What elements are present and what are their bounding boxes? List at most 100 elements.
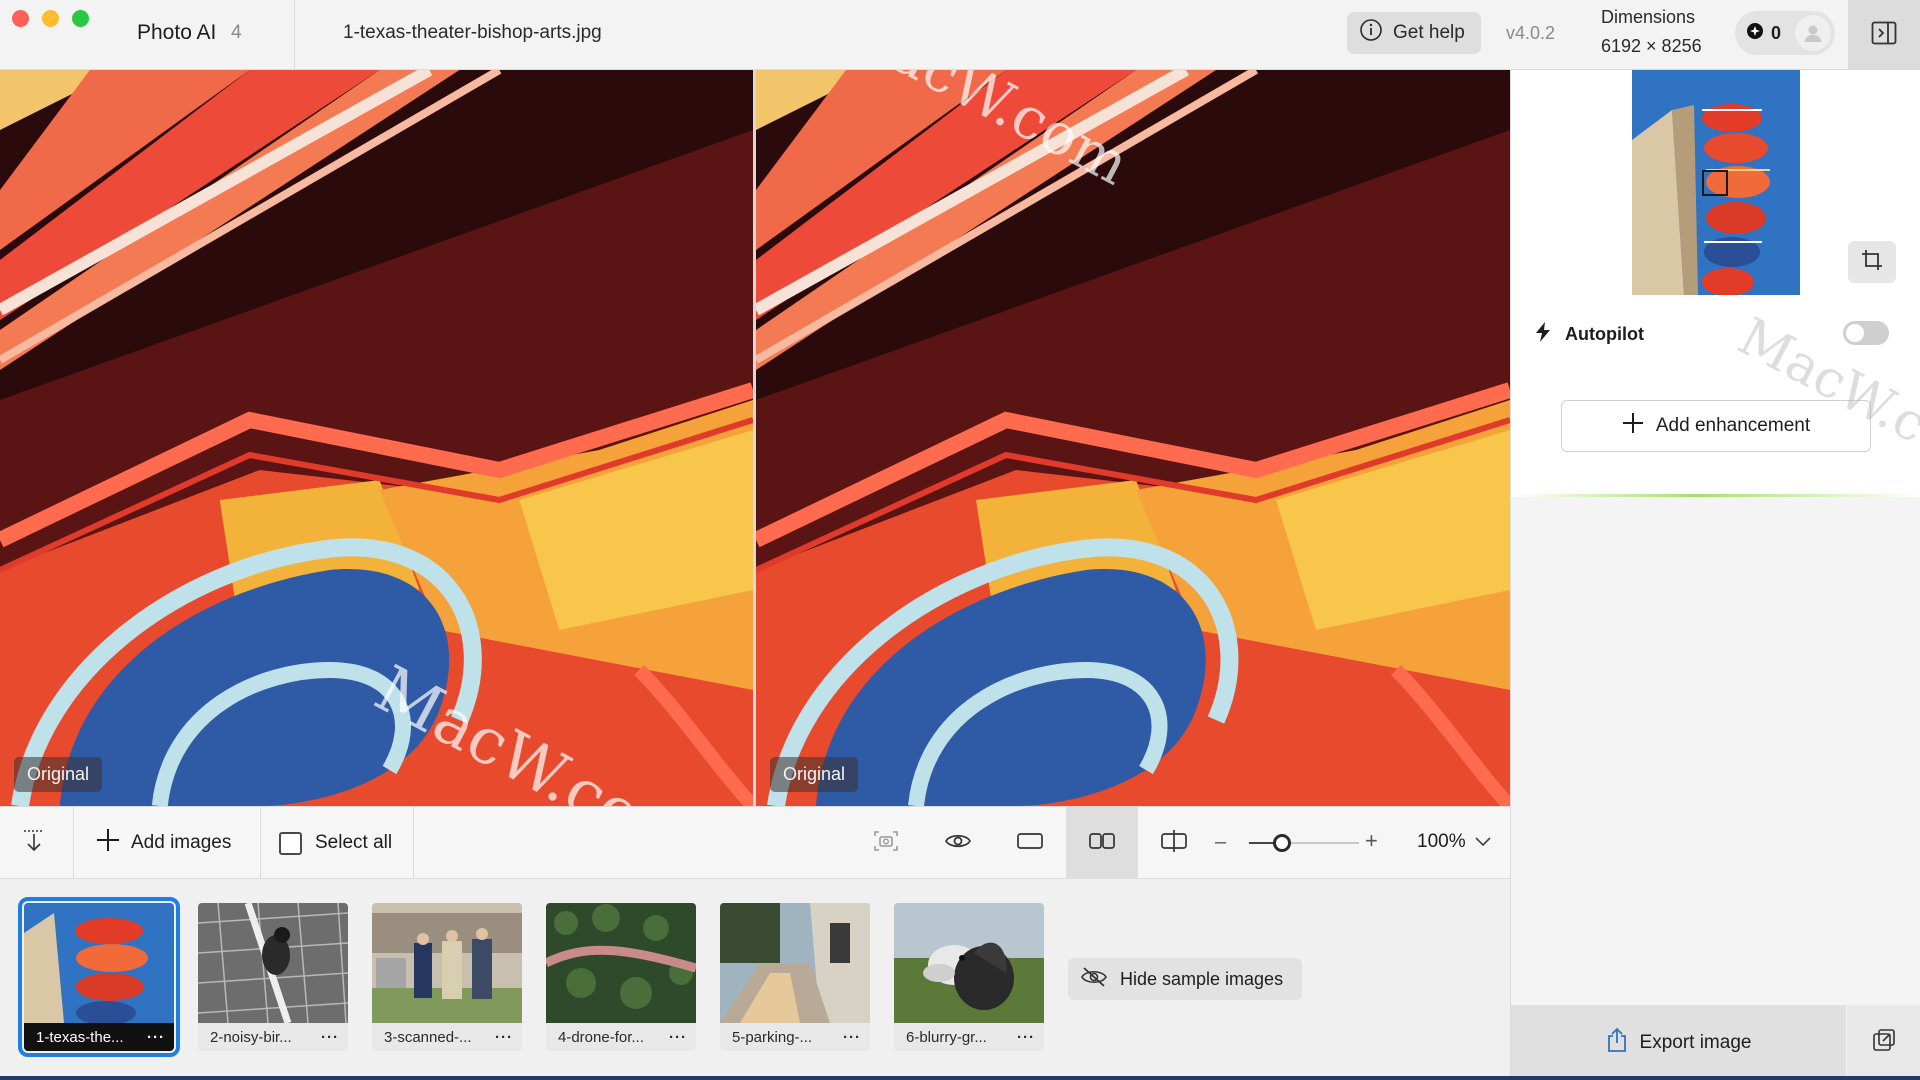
zoom-slider[interactable]	[1249, 834, 1359, 852]
thumbnail-caption: 2-noisy-bir... ···	[198, 1023, 348, 1051]
filmstrip: 1-texas-the... ··· 2-noisy-bir... ··· 3-…	[0, 879, 1510, 1080]
thumbnail-image	[24, 903, 174, 1023]
thumbnail-item[interactable]: 1-texas-the... ···	[18, 897, 180, 1057]
toggle-knob	[1846, 324, 1864, 342]
credits-account-button[interactable]: 0	[1735, 11, 1835, 55]
thumbnail-caption: 3-scanned-... ···	[372, 1023, 522, 1051]
window-bottom-edge	[0, 1076, 1920, 1080]
zoom-level[interactable]: 100%	[1417, 831, 1466, 853]
select-all-control[interactable]: Select all	[279, 807, 392, 879]
snapshot-button[interactable]	[850, 807, 922, 879]
eye-slash-icon	[1080, 966, 1108, 993]
minimize-window-button[interactable]	[42, 10, 59, 27]
import-button[interactable]	[22, 807, 46, 879]
autopilot-row: Autopilot	[1535, 322, 1644, 347]
thumbnail-image	[372, 903, 522, 1023]
toggle-sidebar-button[interactable]	[1848, 0, 1920, 70]
share-icon	[1606, 1027, 1628, 1059]
thumbnail-item[interactable]: 5-parking-... ···	[720, 903, 870, 1051]
export-image-label: Export image	[1639, 1031, 1752, 1053]
processing-progress-rule	[1511, 494, 1920, 497]
more-options-icon[interactable]: ···	[495, 1029, 513, 1046]
thumbnail-label: 2-noisy-bir...	[210, 1028, 292, 1046]
zoom-in-button[interactable]: +	[1365, 828, 1378, 854]
thumbnail-item[interactable]: 6-blurry-gr... ···	[894, 903, 1044, 1051]
autopilot-label: Autopilot	[1565, 324, 1644, 344]
thumbnail-item[interactable]: 3-scanned-... ···	[372, 903, 522, 1051]
viewport-indicator[interactable]	[1702, 170, 1728, 196]
single-view-button[interactable]	[994, 807, 1066, 879]
credits-count: 0	[1771, 22, 1782, 43]
processed-image-viewer[interactable]: MacW.com Original	[756, 70, 1510, 806]
panel-top: Autopilot Add enhancement MacW.com	[1511, 70, 1920, 497]
more-options-icon[interactable]: ···	[147, 1029, 165, 1046]
dimensions-value: 6192 × 8256	[1601, 36, 1702, 56]
more-options-icon[interactable]: ···	[321, 1029, 339, 1046]
toolbar-separator	[260, 807, 261, 879]
zoom-slider-knob[interactable]	[1273, 834, 1291, 852]
original-tag-left: Original	[14, 757, 103, 792]
app-name: Photo AI	[137, 21, 217, 44]
current-filename: 1-texas-theater-bishop-arts.jpg	[343, 22, 602, 43]
thumbnail-label: 4-drone-for...	[558, 1028, 644, 1046]
thumbnail-caption: 4-drone-for... ···	[546, 1023, 696, 1051]
select-all-checkbox[interactable]	[279, 831, 302, 855]
original-image-viewer[interactable]: MacW.com Original	[0, 70, 753, 806]
add-images-label: Add images	[131, 832, 232, 853]
thumbnail-caption: 5-parking-... ···	[720, 1023, 870, 1051]
single-view-icon	[1016, 831, 1044, 856]
titlebar-divider	[294, 0, 295, 70]
thumbnail-label: 6-blurry-gr...	[906, 1028, 987, 1046]
side-by-side-view-button[interactable]	[1066, 807, 1138, 879]
enhancement-panel: Autopilot Add enhancement MacW.com Expor…	[1510, 70, 1920, 1080]
hide-sample-images-label: Hide sample images	[1120, 968, 1284, 989]
thumbnail-caption: 6-blurry-gr... ···	[894, 1023, 1044, 1051]
close-window-button[interactable]	[12, 10, 29, 27]
export-image-button[interactable]: Export image	[1511, 1005, 1846, 1080]
plus-icon	[96, 828, 120, 858]
more-options-icon[interactable]: ···	[669, 1029, 687, 1046]
zoom-window-button[interactable]	[72, 10, 89, 27]
select-all-label: Select all	[315, 832, 393, 853]
zoom-out-button[interactable]: –	[1215, 831, 1226, 854]
add-enhancement-button[interactable]: Add enhancement	[1561, 400, 1871, 452]
crop-button[interactable]	[1848, 241, 1896, 283]
add-images-button[interactable]: Add images	[96, 807, 231, 879]
original-tag-right: Original	[770, 757, 859, 792]
thumbnail-caption: 1-texas-the... ···	[24, 1023, 174, 1051]
thumbnail-image	[546, 903, 696, 1023]
hide-sample-images-button[interactable]: Hide sample images	[1068, 958, 1302, 1000]
neon-sign-image-processed	[756, 70, 1510, 806]
sidebar-toggle-icon	[1871, 21, 1897, 50]
autopilot-toggle[interactable]	[1843, 321, 1889, 345]
camera-frame-icon	[873, 829, 899, 858]
more-options-icon[interactable]: ···	[843, 1029, 861, 1046]
toolbar-separator	[73, 807, 74, 879]
navigator-preview[interactable]	[1632, 70, 1800, 295]
credit-icon	[1746, 22, 1764, 45]
thumbnail-label: 1-texas-the...	[36, 1028, 124, 1046]
thumbnail-item[interactable]: 4-drone-for... ···	[546, 903, 696, 1051]
split-view-button[interactable]	[1138, 807, 1210, 879]
preview-toggle-button[interactable]	[922, 807, 994, 879]
dimensions-label: Dimensions	[1601, 7, 1696, 27]
chevron-down-icon[interactable]	[1475, 834, 1491, 852]
info-icon	[1359, 18, 1383, 48]
thumbnail-label: 5-parking-...	[732, 1028, 813, 1046]
more-options-icon[interactable]: ···	[1017, 1029, 1035, 1046]
download-arrow-icon	[22, 828, 46, 858]
side-by-side-icon	[1088, 831, 1116, 856]
get-help-button[interactable]: Get help	[1347, 12, 1481, 54]
crop-icon	[1860, 248, 1884, 277]
thumbnail-item[interactable]: 2-noisy-bir... ···	[198, 903, 348, 1051]
export-window-icon	[1872, 1028, 1896, 1057]
split-view-icon	[1160, 829, 1188, 858]
avatar	[1795, 15, 1831, 51]
export-options-button[interactable]	[1847, 1005, 1920, 1080]
toolbar-separator	[413, 807, 414, 879]
get-help-label: Get help	[1393, 22, 1465, 43]
thumbnail-image	[894, 903, 1044, 1023]
add-enhancement-label: Add enhancement	[1655, 415, 1811, 436]
viewer-toolbar: Add images Select all – + 100%	[0, 806, 1510, 879]
title-bar: Photo AI 4 1-texas-theater-bishop-arts.j…	[0, 0, 1920, 70]
